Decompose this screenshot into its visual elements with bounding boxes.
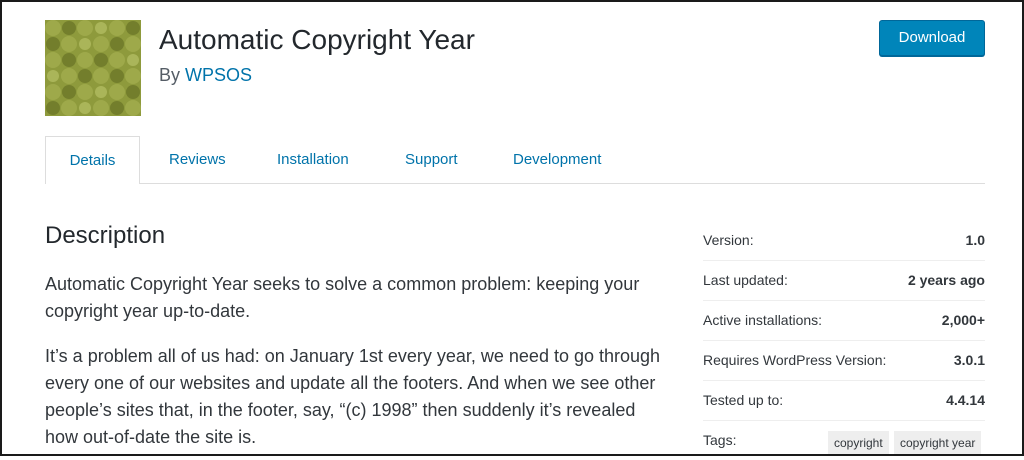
meta-row-tested-up-to: Tested up to: 4.4.14 — [703, 380, 985, 421]
download-button[interactable]: Download — [879, 20, 985, 56]
plugin-icon — [45, 20, 141, 116]
tag-copyright-year[interactable]: copyright year — [894, 431, 982, 455]
meta-row-active-installations: Active installations: 2,000+ — [703, 300, 985, 341]
by-label: By — [159, 65, 181, 85]
meta-row-version: Version: 1.0 — [703, 220, 985, 261]
description-paragraph: Automatic Copyright Year seeks to solve … — [45, 274, 640, 321]
meta-value: 2 years ago — [907, 272, 985, 288]
meta-row-requires-wp: Requires WordPress Version: 3.0.1 — [703, 340, 985, 381]
plugin-banner-pattern — [45, 20, 141, 116]
meta-value: 1.0 — [965, 232, 985, 248]
tag-copyright[interactable]: copyright — [828, 431, 889, 455]
tab-details[interactable]: Details — [45, 136, 140, 184]
plugin-title: Automatic Copyright Year — [159, 24, 475, 55]
meta-label: Last updated: — [703, 272, 788, 288]
meta-label: Tested up to: — [703, 392, 784, 408]
tab-support[interactable]: Support — [405, 136, 458, 183]
meta-value: 4.4.14 — [946, 392, 985, 408]
meta-value: 2,000+ — [941, 312, 985, 328]
author-link[interactable]: WPSOS — [185, 65, 252, 85]
plugin-author-line: By WPSOS — [159, 65, 252, 86]
meta-value: 3.0.1 — [953, 352, 985, 368]
tab-development[interactable]: Development — [513, 136, 601, 183]
tab-reviews[interactable]: Reviews — [169, 136, 226, 183]
meta-label: Active installations: — [703, 312, 823, 328]
meta-row-last-updated: Last updated: 2 years ago — [703, 260, 985, 301]
description-heading: Description — [45, 222, 166, 249]
tab-installation[interactable]: Installation — [277, 136, 349, 183]
meta-label: Version: — [703, 232, 754, 248]
meta-label: Requires WordPress Version: — [703, 352, 887, 368]
meta-label: Tags: — [703, 432, 737, 448]
tabs-divider — [45, 183, 985, 184]
description-paragraph: It’s a problem all of us had: on January… — [45, 346, 661, 447]
